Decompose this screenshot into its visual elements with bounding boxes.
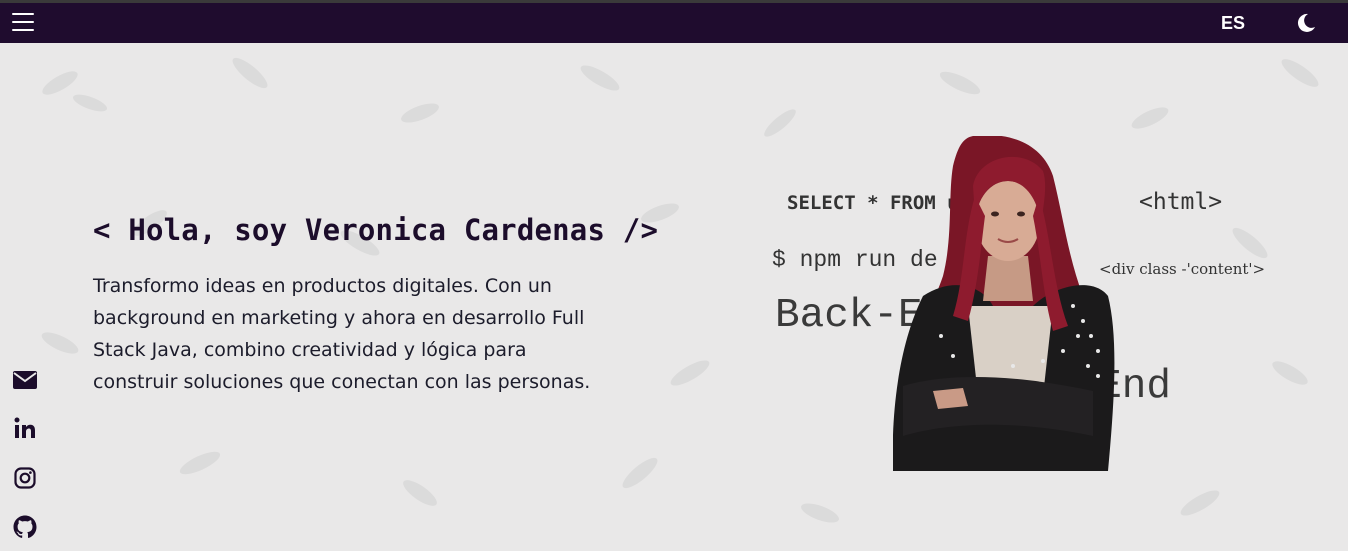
github-icon[interactable] <box>12 514 38 540</box>
moon-icon[interactable] <box>1295 12 1317 34</box>
linkedin-icon[interactable] <box>12 415 38 441</box>
profile-photo <box>893 136 1115 471</box>
hamburger-icon[interactable] <box>12 13 34 33</box>
envelope-icon[interactable] <box>12 367 38 393</box>
instagram-icon[interactable] <box>12 465 38 491</box>
hero-title: < Hola, soy Veronica Cardenas /> <box>93 213 659 247</box>
hero-description: Transformo ideas en productos digitales.… <box>93 275 591 393</box>
navbar: ES <box>0 3 1348 43</box>
code-div: <div class -'content'> <box>1099 260 1266 278</box>
language-toggle[interactable]: ES <box>1221 13 1245 34</box>
code-html-tag: <html> <box>1139 189 1223 215</box>
